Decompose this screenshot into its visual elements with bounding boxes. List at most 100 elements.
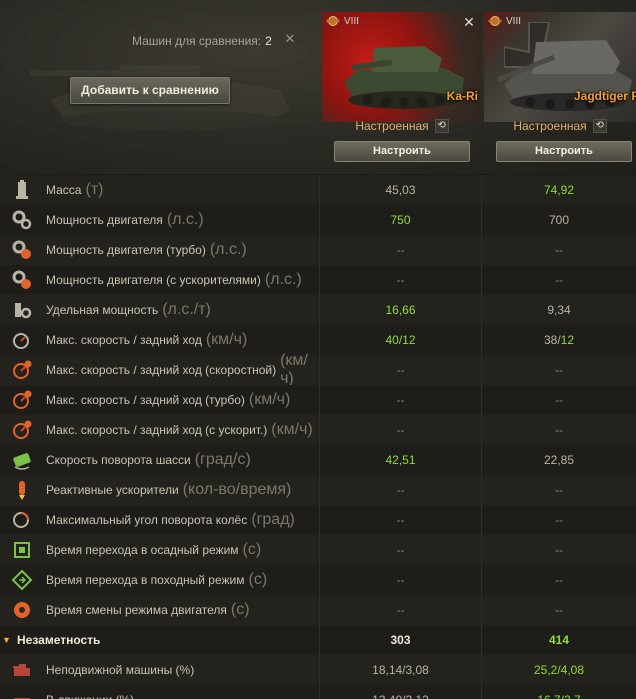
stat-label-cell: В движении (%) — [0, 685, 320, 699]
value-text: 9,34 — [547, 303, 571, 317]
stat-value-tank2: 9,34 — [482, 295, 636, 325]
stat-value-tank2: -- — [482, 595, 636, 625]
section-title: Незаметность — [17, 633, 101, 647]
stat-label: Макс. скорость / задний ход (с ускорит.) — [46, 423, 268, 437]
stat-value-tank1: -- — [320, 595, 482, 625]
stat-value-tank2: -- — [482, 265, 636, 295]
stat-row: Удельная мощность (л.с./т) 16,66 9,34 — [0, 295, 636, 325]
stat-row: В движении (%) 13,40/2,12 16,7/2,7 — [0, 685, 636, 699]
stat-value-tank2: 38/12 — [482, 325, 636, 355]
setup-button[interactable]: Настроить — [496, 141, 632, 162]
speed-fast-icon — [13, 360, 32, 379]
stat-value-tank2: 25,2/4,08 — [482, 655, 636, 685]
value-text: 414 — [548, 633, 570, 647]
stat-label: Макс. скорость / задний ход — [46, 333, 202, 347]
stat-value-tank1: 13,40/2,12 — [320, 685, 482, 699]
stat-value-tank1: -- — [320, 535, 482, 565]
stat-label: Макс. скорость / задний ход (турбо) — [46, 393, 245, 407]
section-value-tank1: 303 — [320, 625, 482, 655]
value-text: -- — [396, 243, 405, 257]
stat-row: Макс. скорость / задний ход (км/ч) 40/12 38… — [0, 325, 636, 355]
stat-value-tank1: -- — [320, 415, 482, 445]
stat-label: В движении (%) — [46, 693, 134, 699]
value-text: -- — [555, 243, 563, 257]
value-text: -- — [555, 543, 563, 557]
stats-table: Масса (т) 45,03 74,92 Мощность двигателя (л.с… — [0, 175, 636, 699]
close-icon: ✕ — [463, 14, 475, 30]
stat-value-tank2: -- — [482, 355, 636, 385]
stat-label: Мощность двигателя (турбо) — [46, 243, 206, 257]
stat-label: Время смены режима двигателя — [46, 603, 227, 617]
value-text: 45,03 — [385, 183, 416, 197]
stat-unit: (км/ч) — [280, 352, 308, 387]
camo-stationary-icon — [13, 664, 30, 676]
stat-unit: (л.с.) — [209, 241, 247, 258]
stat-unit: (км/ч) — [271, 421, 313, 438]
stat-unit: (с) — [242, 541, 262, 558]
stat-row: Макс. скорость / задний ход (скоростной)… — [0, 352, 636, 387]
value-text: -- — [396, 483, 405, 497]
section-value-tank2: 414 — [482, 625, 636, 655]
tank-card-jagdtiger: VIII Jagdtiger Pr Настроенная ⟲ Настроит… — [484, 12, 636, 170]
traverse-icon — [13, 453, 31, 470]
value-text: -- — [396, 543, 405, 557]
value-text: -- — [555, 393, 563, 407]
value-text: -- — [555, 483, 563, 497]
engine-boost-icon — [12, 270, 31, 289]
tank-card-ka-ri: VIII ✕ Ka-Ri Настроенная ⟲ Настроить — [322, 12, 482, 170]
compare-controls: Машин для сравнения: 2 ✕ Добавить к сравн… — [0, 0, 320, 174]
add-to-compare-button[interactable]: Добавить к сравнению — [70, 77, 230, 104]
stat-value-tank1: -- — [320, 475, 482, 505]
section-header-camouflage[interactable]: ▼ Незаметность 303 414 — [0, 625, 636, 655]
tier-label: VIII — [506, 15, 522, 27]
stat-label-cell: Удельная мощность (л.с./т) — [0, 295, 320, 325]
stat-unit: (км/ч) — [248, 391, 291, 408]
config-status: Настроенная ⟲ — [484, 118, 636, 134]
stat-value-tank2: -- — [482, 415, 636, 445]
stat-label: Удельная мощность — [46, 303, 159, 317]
stat-value-tank1: -- — [320, 505, 482, 535]
stat-value-tank1: -- — [320, 355, 482, 385]
stat-unit: (град) — [251, 511, 295, 528]
clear-compare-button[interactable]: ✕ — [282, 31, 298, 47]
stat-unit: (л.с./т) — [162, 301, 211, 318]
stat-row: Масса (т) 45,03 74,92 — [0, 175, 636, 205]
value-text: 42,51 — [385, 453, 416, 467]
stat-label-cell: Макс. скорость / задний ход (скоростной)… — [0, 352, 320, 387]
tier-label: VIII — [344, 15, 360, 27]
value-text: -- — [555, 423, 563, 437]
stat-label-cell: Мощность двигателя (л.с.) — [0, 205, 320, 235]
value-text: 25,2/4,08 — [533, 663, 585, 677]
stat-label-cell: Неподвижной машины (%) — [0, 655, 320, 685]
tier-badge-icon — [326, 16, 340, 26]
stat-row: Время перехода в осадный режим (с) -- -- — [0, 535, 636, 565]
stat-label: Макс. скорость / задний ход (скоростной) — [46, 363, 277, 377]
stat-row: Мощность двигателя (с ускорителями) (л.с.… — [0, 265, 636, 295]
value-text: 40/12 — [385, 333, 416, 347]
value-text: 74,92 — [543, 183, 575, 197]
stat-label-cell: Время перехода в осадный режим (с) — [0, 535, 320, 565]
config-label: Настроенная — [513, 119, 587, 133]
stat-value-tank2: -- — [482, 505, 636, 535]
stat-value-tank1: 42,51 — [320, 445, 482, 475]
reset-config-icon[interactable]: ⟲ — [434, 119, 449, 133]
setup-button[interactable]: Настроить — [334, 141, 470, 162]
stat-value-tank2: -- — [482, 235, 636, 265]
stat-unit: (т) — [85, 181, 104, 198]
reset-config-icon[interactable]: ⟲ — [592, 119, 607, 133]
stat-label-cell: Скорость поворота шасси (град/с) — [0, 445, 320, 475]
remove-tank-button[interactable]: ✕ — [462, 15, 476, 29]
stat-value-tank2: 22,85 — [482, 445, 636, 475]
stat-value-tank2: -- — [482, 385, 636, 415]
stat-label: Время перехода в осадный режим — [46, 543, 239, 557]
stat-row: Максимальный угол поворота колёс (град) --… — [0, 505, 636, 535]
value-text: 22,85 — [543, 453, 575, 467]
stat-row: Макс. скорость / задний ход (с ускорит.)… — [0, 415, 636, 445]
stat-value-tank1: 750 — [320, 205, 482, 235]
stat-label-cell: Макс. скорость / задний ход (турбо) (км/ч… — [0, 385, 320, 415]
stat-value-tank1: 16,66 — [320, 295, 482, 325]
stat-row: Мощность двигателя (турбо) (л.с.) -- -- — [0, 235, 636, 265]
config-status: Настроенная ⟲ — [322, 118, 482, 134]
stat-row: Время смены режима двигателя (с) -- -- — [0, 595, 636, 625]
chevron-down-icon[interactable]: ▼ — [2, 635, 12, 645]
